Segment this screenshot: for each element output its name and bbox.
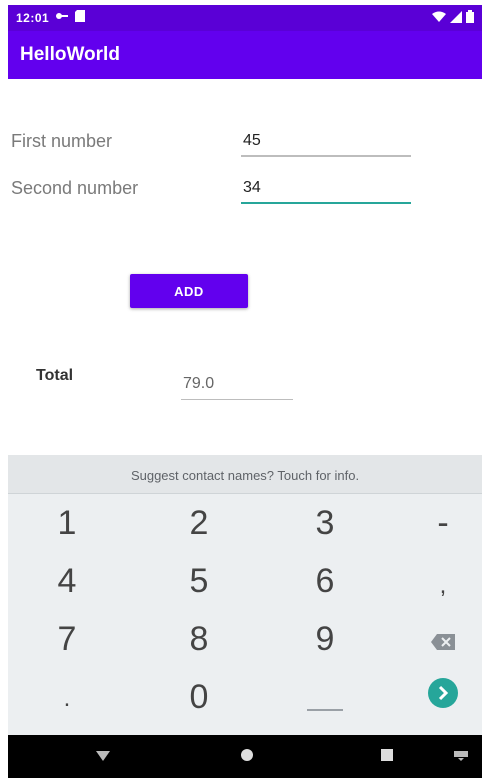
total-value: 79.0 <box>181 372 293 400</box>
space-key[interactable] <box>266 668 384 726</box>
key-9[interactable]: 9 <box>266 610 384 668</box>
add-button[interactable]: ADD <box>130 274 248 308</box>
home-button[interactable] <box>232 735 262 778</box>
key-3[interactable]: 3 <box>266 494 384 552</box>
backspace-icon <box>431 620 455 659</box>
second-number-label: Second number <box>11 178 139 198</box>
backspace-key[interactable] <box>384 610 490 668</box>
wifi-icon <box>432 10 446 28</box>
status-right <box>432 10 474 28</box>
key-6[interactable]: 6 <box>266 552 384 610</box>
battery-icon <box>466 10 474 28</box>
status-bar: 12:01 <box>8 5 482 31</box>
key-comma[interactable]: , <box>384 557 490 615</box>
app-title: HelloWorld <box>20 44 120 65</box>
key-8[interactable]: 8 <box>140 610 258 668</box>
keyboard-suggestion[interactable]: Suggest contact names? Touch for info. <box>8 455 482 494</box>
key-5[interactable]: 5 <box>140 552 258 610</box>
numeric-keyboard: Suggest contact names? Touch for info. 1… <box>8 455 482 735</box>
enter-icon <box>427 677 459 718</box>
recents-button[interactable] <box>372 735 402 778</box>
key-2[interactable]: 2 <box>140 494 258 552</box>
key-7[interactable]: 7 <box>8 610 126 668</box>
signal-icon <box>450 10 462 28</box>
sd-card-icon <box>75 10 86 25</box>
home-icon <box>241 748 253 766</box>
second-number-field[interactable] <box>241 174 411 204</box>
keyboard-hide-icon <box>454 748 468 766</box>
system-nav-bar <box>8 735 482 778</box>
vpn-key-icon <box>55 10 69 25</box>
first-number-field[interactable] <box>241 127 411 157</box>
total-label: Total <box>36 367 74 384</box>
space-bar-icon <box>307 709 343 711</box>
back-icon <box>96 748 110 766</box>
hide-keyboard-button[interactable] <box>446 735 476 778</box>
app-bar: HelloWorld <box>8 31 482 79</box>
key-1[interactable]: 1 <box>8 494 126 552</box>
key-period[interactable]: . <box>8 670 126 728</box>
first-number-label: First number <box>11 131 113 151</box>
status-left: 12:01 <box>16 10 86 25</box>
back-button[interactable] <box>88 735 118 778</box>
recents-icon <box>381 748 393 766</box>
key-4[interactable]: 4 <box>8 552 126 610</box>
key-0[interactable]: 0 <box>140 668 258 726</box>
enter-key[interactable] <box>384 668 490 726</box>
key-minus[interactable]: - <box>384 494 490 552</box>
status-time: 12:01 <box>16 10 50 25</box>
